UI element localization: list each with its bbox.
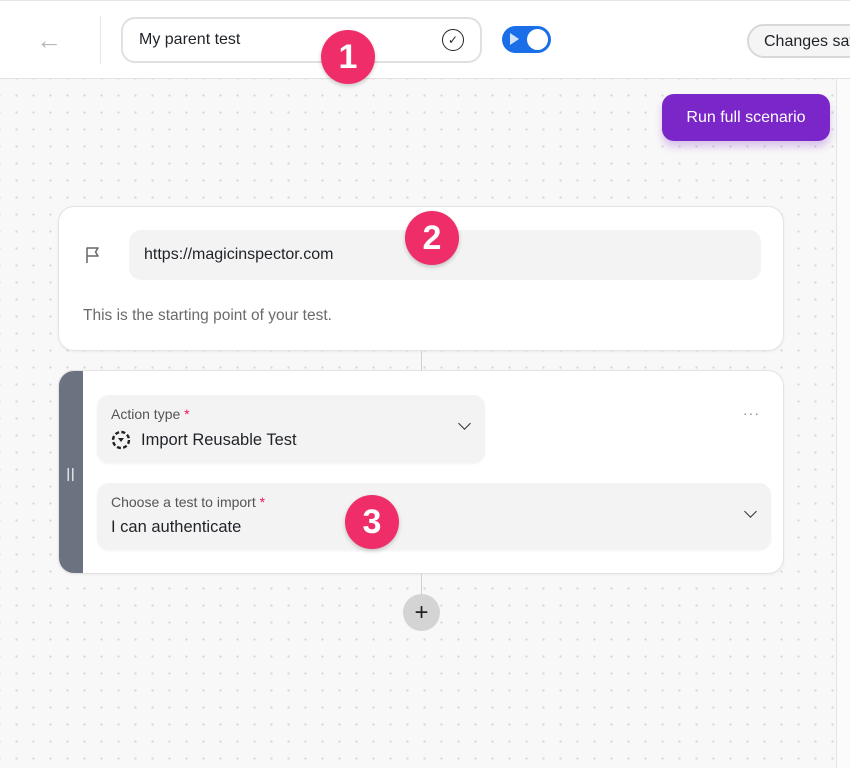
connector-line: [421, 351, 422, 370]
action-type-value-text: Import Reusable Test: [141, 430, 297, 449]
choose-test-value: I can authenticate: [111, 518, 242, 536]
toggle-knob: [527, 29, 548, 50]
action-type-value: Import Reusable Test: [111, 430, 297, 450]
choose-test-label: Choose a test to import *: [111, 494, 265, 510]
right-panel-edge: [836, 79, 850, 768]
choose-test-select[interactable]: Choose a test to import * I can authenti…: [97, 483, 771, 550]
add-step-button[interactable]: +: [403, 594, 440, 631]
run-full-scenario-button[interactable]: Run full scenario: [662, 94, 830, 141]
action-type-label: Action type *: [111, 406, 190, 422]
connector-line: [421, 574, 422, 594]
step-card: || Action type * Import Reusable Test ··…: [58, 370, 784, 574]
changes-saved-button[interactable]: Changes saved: [747, 24, 850, 58]
run-toggle[interactable]: [502, 26, 551, 53]
import-reusable-icon: [111, 430, 131, 450]
test-title-value: My parent test: [139, 31, 241, 48]
annotation-badge-3: 3: [345, 495, 399, 549]
check-circle-icon[interactable]: ✓: [442, 29, 464, 51]
required-marker: *: [184, 406, 190, 422]
back-arrow-icon[interactable]: ←: [36, 27, 66, 53]
flag-icon: [86, 247, 99, 263]
test-title-input[interactable]: My parent test ✓: [121, 17, 482, 63]
divider: [100, 16, 101, 64]
action-type-select[interactable]: Action type * Import Reusable Test: [97, 395, 485, 463]
choose-test-label-text: Choose a test to import: [111, 494, 256, 510]
required-marker: *: [259, 494, 266, 510]
chevron-down-icon: [458, 417, 471, 430]
header: ← My parent test ✓ Changes saved: [0, 0, 850, 79]
play-icon: [510, 33, 519, 45]
annotation-badge-1: 1: [321, 30, 375, 84]
drag-handle[interactable]: ||: [59, 371, 83, 573]
start-hint: This is the starting point of your test.: [83, 307, 332, 324]
more-options-icon[interactable]: ···: [743, 405, 760, 421]
annotation-badge-2: 2: [405, 211, 459, 265]
action-type-label-text: Action type: [111, 406, 181, 422]
chevron-down-icon: [744, 505, 757, 518]
